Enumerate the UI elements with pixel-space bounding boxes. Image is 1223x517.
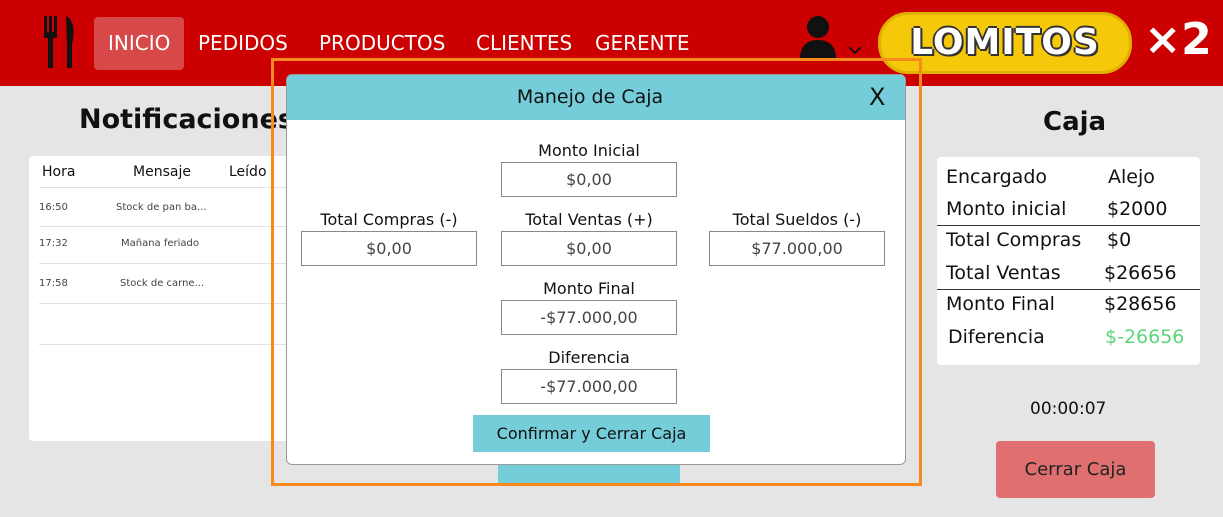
total-compras-field[interactable]: $0,00	[301, 231, 477, 266]
caja-row-monto-final: Monto Final $28656	[937, 289, 1200, 320]
row-message: Stock de carne...	[120, 278, 205, 289]
cerrar-caja-button[interactable]: Cerrar Caja	[996, 441, 1155, 498]
caja-label: Encargado	[946, 166, 1048, 188]
caja-value: $0	[1107, 229, 1132, 251]
row-message: Mañana feriado	[121, 238, 200, 249]
row-message: Stock de pan ba...	[116, 202, 207, 213]
caja-value: $28656	[1104, 293, 1177, 315]
total-compras-label: Total Compras (-)	[320, 210, 458, 229]
caja-label: Monto inicial	[946, 198, 1067, 220]
column-header-leido: Leído	[229, 164, 267, 180]
table-row[interactable]: 17:58 Stock de carne...	[39, 264, 289, 304]
confirm-close-caja-button[interactable]: Confirmar y Cerrar Caja	[473, 415, 710, 452]
caja-row-total-ventas: Total Ventas $26656	[937, 258, 1200, 289]
notifications-title: Notificaciones	[79, 104, 294, 135]
caja-row-monto-inicial: Monto inicial $2000	[937, 194, 1200, 225]
total-ventas-label: Total Ventas (+)	[525, 210, 653, 229]
row-time: 17:58	[39, 278, 68, 289]
modal-header: Manejo de Caja X	[287, 75, 905, 120]
caja-value: $26656	[1104, 262, 1177, 284]
modal-title: Manejo de Caja	[516, 86, 664, 108]
column-header-hora: Hora	[42, 164, 76, 180]
caja-value: $2000	[1107, 198, 1168, 220]
notifications-table: Hora Mensaje Leído 16:50 Stock de pan ba…	[29, 156, 289, 441]
user-icon[interactable]	[798, 15, 838, 59]
caja-label: Diferencia	[948, 326, 1045, 348]
caja-label: Total Compras	[946, 229, 1082, 251]
caja-title: Caja	[1043, 107, 1107, 137]
monto-inicial-label: Monto Inicial	[538, 141, 640, 160]
monto-final-field[interactable]: -$77.000,00	[501, 300, 677, 335]
close-button[interactable]: X	[869, 83, 885, 111]
row-time: 16:50	[39, 202, 68, 213]
total-ventas-field[interactable]: $0,00	[501, 231, 677, 266]
utensils-icon	[44, 16, 74, 68]
diferencia-label: Diferencia	[548, 348, 630, 367]
table-row[interactable]: 16:50 Stock de pan ba...	[39, 187, 289, 227]
table-row[interactable]: 17:32 Mañana feriado	[39, 224, 289, 264]
row-time: 17:32	[39, 238, 68, 249]
caja-row-diferencia: Diferencia $-26656	[937, 322, 1200, 353]
total-sueldos-field[interactable]: $77.000,00	[709, 231, 885, 266]
caja-difference-value: $-26656	[1105, 326, 1185, 348]
caja-label: Monto Final	[946, 293, 1055, 315]
caja-value: Alejo	[1108, 166, 1155, 188]
caja-row-encargado: Encargado Alejo	[937, 162, 1200, 193]
nav-inicio[interactable]: INICIO	[94, 17, 185, 70]
manejo-de-caja-modal: Manejo de Caja X Monto Inicial $0,00 Tot…	[286, 74, 906, 465]
monto-final-label: Monto Final	[543, 279, 635, 298]
table-row	[39, 305, 289, 345]
caja-row-total-compras: Total Compras $0	[937, 225, 1200, 256]
chevron-down-icon[interactable]	[848, 45, 862, 55]
caja-label: Total Ventas	[946, 262, 1061, 284]
column-header-mensaje: Mensaje	[133, 164, 191, 180]
caja-summary: Encargado Alejo Monto inicial $2000 Tota…	[937, 157, 1200, 365]
session-timer: 00:00:07	[1030, 399, 1107, 419]
brand-logo-badge: ×2	[1133, 11, 1223, 73]
diferencia-field[interactable]: -$77.000,00	[501, 369, 677, 404]
monto-inicial-field[interactable]: $0,00	[501, 162, 677, 197]
total-sueldos-label: Total Sueldos (-)	[732, 210, 862, 229]
